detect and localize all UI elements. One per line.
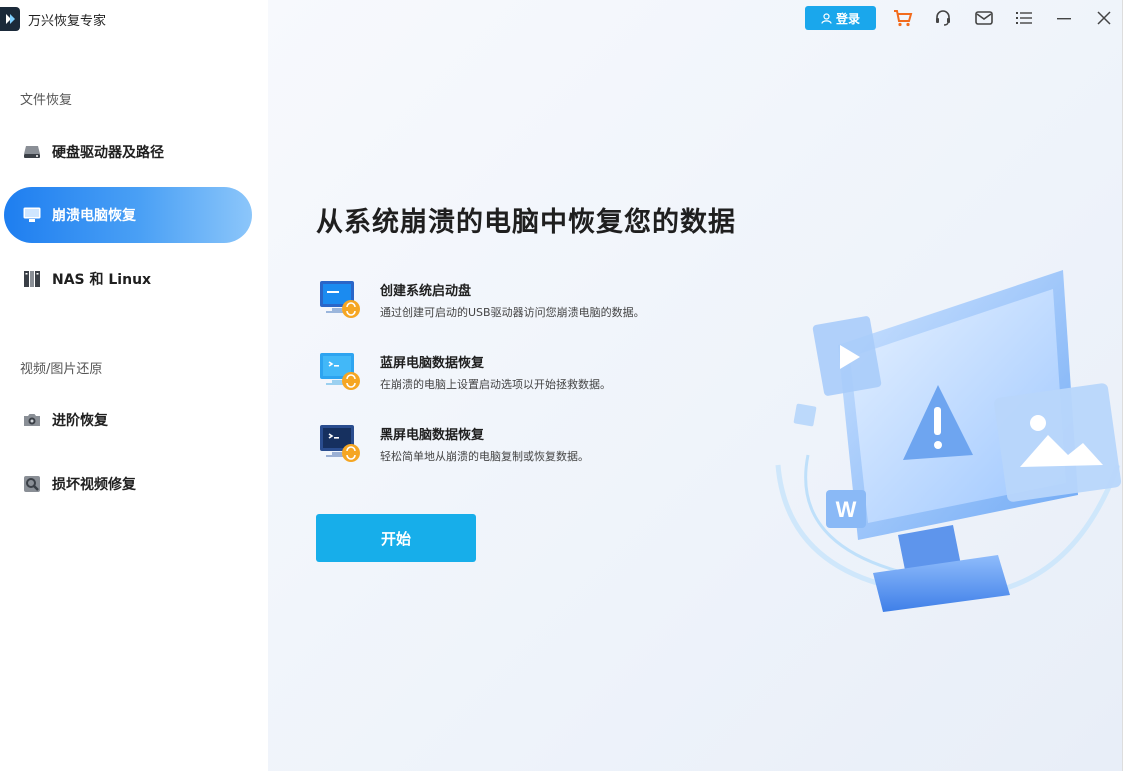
sidebar: 万兴恢复专家 文件恢复 硬盘驱动器及路径 崩溃电脑恢复 NAS 和 Linux …: [0, 0, 268, 771]
sidebar-item-label: 硬盘驱动器及路径: [52, 145, 164, 161]
option-description: 通过创建可启动的USB驱动器访问您崩溃电脑的数据。: [380, 306, 645, 319]
sidebar-item-hard-drive[interactable]: 硬盘驱动器及路径: [4, 124, 252, 180]
blue-screen-icon: [320, 352, 360, 392]
cart-icon[interactable]: [893, 8, 913, 28]
section-media-restore: 视频/图片还原: [20, 362, 103, 377]
option-description: 轻松简单地从崩溃的电脑复制或恢复数据。: [380, 450, 589, 463]
hard-drive-icon: [22, 142, 42, 162]
sidebar-item-crash-recovery[interactable]: 崩溃电脑恢复: [4, 187, 252, 243]
mail-icon[interactable]: [974, 8, 994, 28]
login-label: 登录: [835, 11, 860, 26]
section-file-recovery: 文件恢复: [20, 93, 73, 108]
sidebar-item-advanced-recovery[interactable]: 进阶恢复: [4, 392, 252, 448]
word-badge-text: W: [836, 497, 857, 522]
option-description: 在崩溃的电脑上设置启动选项以开始拯救数据。: [380, 378, 611, 391]
monitor-icon: [22, 205, 42, 225]
black-screen-icon: [320, 424, 360, 464]
video-repair-icon: [22, 474, 42, 494]
user-icon: [821, 12, 832, 24]
boot-disk-icon: [320, 280, 360, 320]
main-panel: 登录 从系统崩溃的电脑中恢复您的数据 创建系统启动盘 通过创建可启动的USB驱动…: [268, 0, 1122, 771]
close-icon[interactable]: [1094, 8, 1114, 28]
app-window: 万兴恢复专家 文件恢复 硬盘驱动器及路径 崩溃电脑恢复 NAS 和 Linux …: [0, 0, 1122, 771]
option-title: 创建系统启动盘: [380, 284, 472, 299]
sidebar-item-label: NAS 和 Linux: [52, 272, 152, 288]
option-black-screen-recovery[interactable]: 黑屏电脑数据恢复 轻松简单地从崩溃的电脑复制或恢复数据。: [320, 424, 780, 474]
menu-icon[interactable]: [1014, 8, 1034, 28]
start-button[interactable]: 开始: [316, 514, 476, 562]
sidebar-item-label: 崩溃电脑恢复: [52, 208, 136, 224]
headset-icon[interactable]: [933, 8, 953, 28]
camera-icon: [22, 410, 42, 430]
brand: 万兴恢复专家: [0, 6, 106, 32]
login-button[interactable]: 登录: [805, 6, 876, 30]
sidebar-item-label: 损坏视频修复: [52, 477, 136, 493]
option-blue-screen-recovery[interactable]: 蓝屏电脑数据恢复 在崩溃的电脑上设置启动选项以开始拯救数据。: [320, 352, 780, 402]
option-title: 黑屏电脑数据恢复: [380, 428, 485, 443]
option-create-boot-disk[interactable]: 创建系统启动盘 通过创建可启动的USB驱动器访问您崩溃电脑的数据。: [320, 280, 780, 330]
sidebar-item-video-repair[interactable]: 损坏视频修复: [4, 456, 252, 512]
crash-monitor-illustration: W: [775, 270, 1122, 612]
sidebar-item-nas-linux[interactable]: NAS 和 Linux: [4, 251, 252, 307]
app-title: 万兴恢复专家: [28, 13, 107, 29]
sidebar-item-label: 进阶恢复: [52, 413, 108, 429]
nas-icon: [22, 269, 42, 289]
background-window-edge: [1122, 0, 1128, 771]
page-title: 从系统崩溃的电脑中恢复您的数据: [316, 207, 736, 238]
minimize-icon[interactable]: [1054, 8, 1074, 28]
option-title: 蓝屏电脑数据恢复: [380, 356, 485, 371]
app-logo-icon: [0, 7, 20, 31]
